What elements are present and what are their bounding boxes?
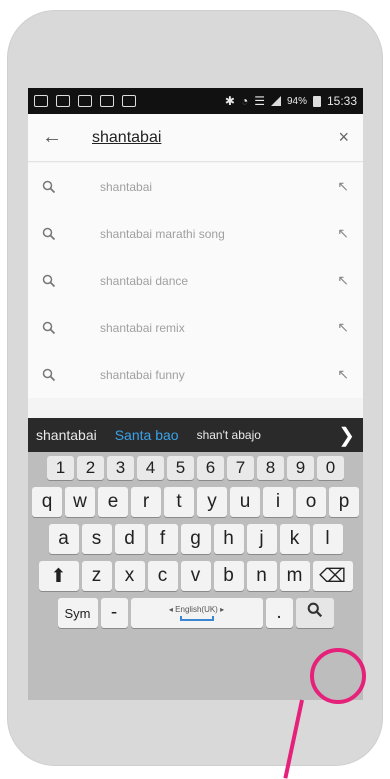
- search-input[interactable]: shantabai: [92, 129, 161, 147]
- suggestion-text: shantabai marathi song: [100, 226, 225, 241]
- key-9[interactable]: 9: [287, 456, 314, 480]
- key-m[interactable]: m: [279, 561, 310, 591]
- notification-icon: [34, 95, 48, 107]
- keyboard-search-key[interactable]: [295, 598, 334, 628]
- image-icon: [100, 95, 114, 107]
- number-row: 1 2 3 4 5 6 7 8 9 0: [30, 456, 361, 480]
- search-key-highlight-circle: [310, 648, 366, 704]
- key-q[interactable]: q: [32, 487, 62, 517]
- bottom-row: Sym - ◂ English(UK) ▸ .: [30, 598, 361, 628]
- sym-key[interactable]: Sym: [57, 598, 98, 628]
- search-icon: [42, 180, 56, 194]
- fill-query-arrow-icon[interactable]: ↖: [337, 225, 349, 242]
- prediction-word[interactable]: shantabai: [36, 427, 97, 443]
- dash-key[interactable]: -: [100, 598, 128, 628]
- back-arrow-icon[interactable]: ←: [42, 126, 72, 149]
- shift-key[interactable]: ⬆: [38, 561, 79, 591]
- key-t[interactable]: t: [164, 487, 194, 517]
- facebook-icon: [78, 95, 92, 107]
- key-3[interactable]: 3: [107, 456, 134, 480]
- search-bar: ← shantabai ×: [28, 114, 363, 162]
- space-key[interactable]: ◂ English(UK) ▸: [130, 598, 263, 628]
- key-l[interactable]: l: [312, 524, 343, 554]
- suggestion-text: shantabai dance: [100, 273, 189, 288]
- letter-row-3: ⬆ z x c v b n m ⌫: [30, 561, 361, 591]
- battery-percent: 94%: [286, 95, 307, 107]
- suggestion-item[interactable]: shantabai marathi song ↖: [28, 210, 363, 257]
- backspace-key[interactable]: ⌫: [312, 561, 353, 591]
- key-c[interactable]: c: [147, 561, 178, 591]
- key-h[interactable]: h: [213, 524, 244, 554]
- suggestion-text: shantabai funny: [100, 367, 185, 382]
- key-1[interactable]: 1: [47, 456, 74, 480]
- key-4[interactable]: 4: [137, 456, 164, 480]
- key-0[interactable]: 0: [317, 456, 344, 480]
- key-o[interactable]: o: [296, 487, 326, 517]
- fill-query-arrow-icon[interactable]: ↖: [337, 272, 349, 289]
- prediction-word[interactable]: Santa bao: [115, 427, 179, 443]
- key-d[interactable]: d: [114, 524, 145, 554]
- status-bar: ✱ ◔ ☰ 94% 15:33: [28, 88, 363, 114]
- key-e[interactable]: e: [98, 487, 128, 517]
- shift-icon: ⬆: [50, 565, 67, 587]
- prediction-bar: shantabai Santa bao shan't abajo ❯: [28, 418, 363, 452]
- key-a[interactable]: a: [48, 524, 79, 554]
- suggestion-list: shantabai ↖ shantabai marathi song ↖ sha…: [28, 163, 363, 398]
- space-language-label: ◂ English(UK) ▸: [168, 605, 225, 614]
- search-icon: [42, 274, 56, 288]
- fill-query-arrow-icon[interactable]: ↖: [337, 319, 349, 336]
- key-i[interactable]: i: [263, 487, 293, 517]
- key-j[interactable]: j: [246, 524, 277, 554]
- search-icon: [307, 602, 323, 624]
- bluetooth-icon: ✱: [224, 94, 235, 108]
- suggestion-text: shantabai remix: [100, 320, 185, 335]
- key-y[interactable]: y: [197, 487, 227, 517]
- key-z[interactable]: z: [81, 561, 112, 591]
- suggestion-text: shantabai: [100, 179, 153, 194]
- search-icon: [42, 368, 56, 382]
- key-r[interactable]: r: [131, 487, 161, 517]
- key-f[interactable]: f: [147, 524, 178, 554]
- key-7[interactable]: 7: [227, 456, 254, 480]
- letter-row-2: a s d f g h j k l: [30, 524, 361, 554]
- letter-row-1: q w e r t y u i o p: [30, 487, 361, 517]
- key-u[interactable]: u: [230, 487, 260, 517]
- search-icon: [42, 227, 56, 241]
- key-5[interactable]: 5: [167, 456, 194, 480]
- app-icon: [122, 95, 136, 107]
- suggestion-item[interactable]: shantabai remix ↖: [28, 304, 363, 351]
- key-s[interactable]: s: [81, 524, 112, 554]
- key-n[interactable]: n: [246, 561, 277, 591]
- wifi-icon: ☰: [254, 94, 265, 108]
- key-6[interactable]: 6: [197, 456, 224, 480]
- close-icon[interactable]: ×: [338, 127, 349, 148]
- suggestion-item[interactable]: shantabai dance ↖: [28, 257, 363, 304]
- key-k[interactable]: k: [279, 524, 310, 554]
- signal-icon: [270, 96, 281, 106]
- mail-icon: [56, 95, 70, 107]
- key-g[interactable]: g: [180, 524, 211, 554]
- fill-query-arrow-icon[interactable]: ↖: [337, 366, 349, 383]
- search-icon: [42, 321, 56, 335]
- battery-icon: [312, 95, 321, 107]
- key-2[interactable]: 2: [77, 456, 104, 480]
- key-v[interactable]: v: [180, 561, 211, 591]
- key-b[interactable]: b: [213, 561, 244, 591]
- prediction-word[interactable]: shan't abajo: [197, 428, 261, 442]
- key-x[interactable]: x: [114, 561, 145, 591]
- chevron-right-icon[interactable]: ❯: [338, 423, 355, 448]
- key-w[interactable]: w: [65, 487, 95, 517]
- clock: 15:33: [326, 94, 357, 108]
- key-8[interactable]: 8: [257, 456, 284, 480]
- suggestion-item[interactable]: shantabai funny ↖: [28, 351, 363, 398]
- key-p[interactable]: p: [329, 487, 359, 517]
- period-key[interactable]: .: [265, 598, 293, 628]
- fill-query-arrow-icon[interactable]: ↖: [337, 178, 349, 195]
- alarm-icon: ◔: [240, 94, 249, 108]
- space-bar-icon: [179, 616, 214, 621]
- suggestion-item[interactable]: shantabai ↖: [28, 163, 363, 210]
- backspace-icon: ⌫: [319, 565, 346, 587]
- phone-screen: ✱ ◔ ☰ 94% 15:33 ← shantabai × shantabai …: [28, 88, 363, 700]
